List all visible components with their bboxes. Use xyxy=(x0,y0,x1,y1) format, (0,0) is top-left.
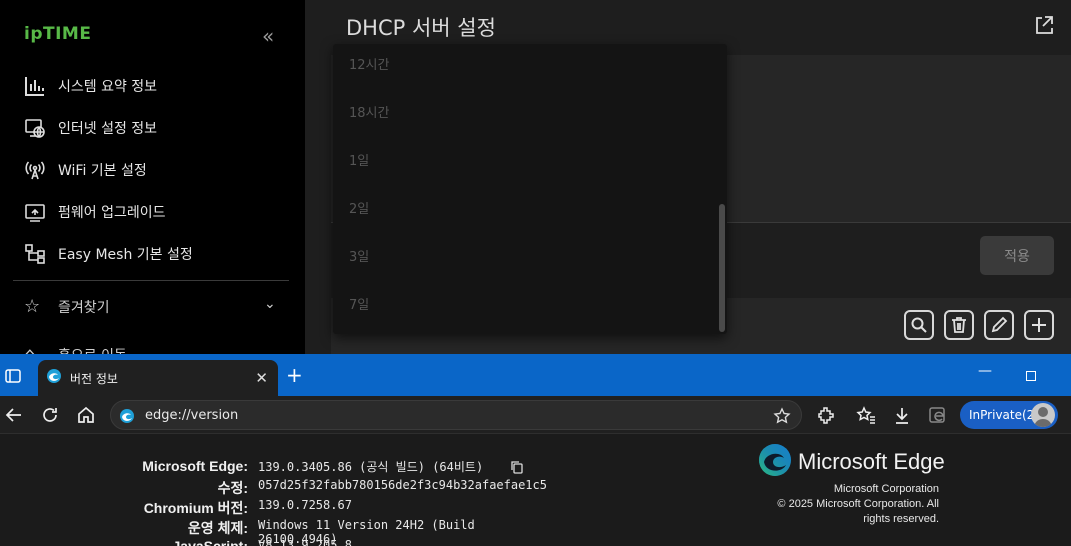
new-tab-button[interactable]: + xyxy=(286,363,303,387)
brand-name: Microsoft Edge xyxy=(798,449,945,474)
version-value: 057d25f32fabb780156de2f3c94b32afaefae1c5 xyxy=(258,478,547,492)
version-label: JavaScript: xyxy=(172,538,248,546)
sidebar-divider xyxy=(13,280,289,281)
sidebar-item-label: 인터넷 설정 정보 xyxy=(58,121,158,137)
collapse-sidebar-icon[interactable]: « xyxy=(262,24,274,48)
globe-monitor-icon xyxy=(24,117,46,139)
sidebar-item-label: Easy Mesh 기본 설정 xyxy=(58,247,193,263)
chevron-down-icon: ⌄ xyxy=(264,296,276,312)
page-title: DHCP 서버 설정 xyxy=(346,16,496,40)
apply-button[interactable]: 적용 xyxy=(980,236,1054,275)
minimize-window-icon[interactable]: — xyxy=(978,363,992,379)
favorites-icon[interactable] xyxy=(856,405,876,425)
sidebar-item-favorites[interactable]: ☆ 즐겨찾기 ⌄ xyxy=(24,296,276,317)
version-value: 139.0.3405.86 (공식 빌드) (64비트) xyxy=(258,460,484,474)
sidebar-item-home[interactable]: ⌂ 홈으로 이동 xyxy=(24,344,127,354)
inprivate-button[interactable]: InPrivate(2) xyxy=(960,401,1058,429)
maximize-window-icon[interactable] xyxy=(1026,371,1036,381)
sidebar-item-label: 시스템 요약 정보 xyxy=(58,79,158,95)
trash-icon xyxy=(952,317,966,333)
edge-tab-favicon-icon xyxy=(46,368,62,388)
version-row: Chromium 버전: 139.0.7258.67 xyxy=(0,498,560,518)
extensions-icon[interactable] xyxy=(816,405,836,425)
version-label: 수정: xyxy=(217,480,248,496)
dropdown-option[interactable]: 1일 xyxy=(349,150,369,169)
edge-brand: Microsoft Edge xyxy=(758,443,945,481)
screen: ipTIME « 시스템 요약 정보 인터넷 설정 정보 WiFi 기본 설정 xyxy=(0,0,1071,546)
dropdown-scrollbar[interactable] xyxy=(719,204,725,332)
delete-button[interactable] xyxy=(944,310,974,340)
version-row: 수정: 057d25f32fabb780156de2f3c94b32afaefa… xyxy=(0,478,560,498)
favorite-star-icon[interactable] xyxy=(773,407,791,425)
home-icon[interactable] xyxy=(76,405,96,425)
browser-tab-active[interactable]: 버전 정보 ✕ xyxy=(38,360,278,396)
sidebar-item-label: WiFi 기본 설정 xyxy=(58,163,147,179)
sidebar-item-firmware-upgrade[interactable]: 펌웨어 업그레이드 xyxy=(24,199,166,225)
avatar xyxy=(1031,403,1055,427)
version-label: 운영 체제: xyxy=(187,520,248,536)
edit-button[interactable] xyxy=(984,310,1014,340)
edit-icon xyxy=(991,316,1008,333)
sidebar-item-label: 펌웨어 업그레이드 xyxy=(58,205,166,221)
dropdown-option[interactable]: 18시간 xyxy=(349,102,389,121)
sidebar-item-system-summary[interactable]: 시스템 요약 정보 xyxy=(24,73,157,99)
inprivate-label: InPrivate(2) xyxy=(969,408,1039,422)
version-row: JavaScript: V8 13.9.205.8 xyxy=(0,538,560,546)
version-value: V8 13.9.205.8 xyxy=(258,538,352,546)
iptime-router-ui: ipTIME « 시스템 요약 정보 인터넷 설정 정보 WiFi 기본 설정 xyxy=(0,0,1071,354)
add-button[interactable] xyxy=(1024,310,1054,340)
ie-mode-icon[interactable] xyxy=(928,405,948,425)
dropdown-option[interactable]: 2일 xyxy=(349,198,369,217)
version-label: Microsoft Edge: xyxy=(142,458,248,474)
firmware-icon xyxy=(24,201,46,223)
star-icon: ☆ xyxy=(24,296,41,317)
search-icon xyxy=(911,317,927,333)
back-icon[interactable] xyxy=(4,405,24,425)
lease-time-dropdown[interactable]: 12시간 18시간 1일 2일 3일 7일 xyxy=(333,44,727,334)
version-row: Microsoft Edge: 139.0.3405.86 (공식 빌드) (6… xyxy=(0,458,560,478)
corp-line: © 2025 Microsoft Corporation. All xyxy=(777,498,939,510)
close-tab-icon[interactable]: ✕ xyxy=(255,369,268,387)
export-icon[interactable] xyxy=(1033,14,1055,36)
add-icon xyxy=(1032,318,1046,332)
version-value: 139.0.7258.67 xyxy=(258,498,352,512)
version-label: Chromium 버전: xyxy=(143,500,248,516)
dropdown-option[interactable]: 3일 xyxy=(349,246,369,265)
sidebar-item-easymesh[interactable]: Easy Mesh 기본 설정 xyxy=(24,241,193,267)
iptime-logo: ipTIME xyxy=(24,24,92,44)
copy-icon[interactable] xyxy=(510,460,524,474)
mesh-icon xyxy=(24,243,46,265)
sidebar-item-label: 홈으로 이동 xyxy=(58,345,127,355)
sidebar-item-internet-settings[interactable]: 인터넷 설정 정보 xyxy=(24,115,157,141)
address-text: edge://version xyxy=(145,408,239,423)
sidebar: ipTIME « 시스템 요약 정보 인터넷 설정 정보 WiFi 기본 설정 xyxy=(0,0,305,354)
edge-logo-icon xyxy=(758,443,792,481)
corp-line: rights reserved. xyxy=(863,513,939,525)
version-row: 운영 체제: Windows 11 Version 24H2 (Build 26… xyxy=(0,518,560,546)
dropdown-option[interactable]: 7일 xyxy=(349,294,369,313)
address-bar[interactable]: edge://version xyxy=(110,400,802,430)
dropdown-option[interactable]: 12시간 xyxy=(349,54,389,73)
version-page: Microsoft Edge: 139.0.3405.86 (공식 빌드) (6… xyxy=(0,435,1071,546)
search-button[interactable] xyxy=(904,310,934,340)
browser-toolbar: edge://version InPrivate(2) xyxy=(0,396,1071,434)
edge-page-icon xyxy=(119,408,135,424)
home-icon: ⌂ xyxy=(24,344,46,354)
corp-line: Microsoft Corporation xyxy=(833,483,939,495)
wifi-antenna-icon xyxy=(24,159,46,181)
sidebar-item-label: 즐겨찾기 xyxy=(58,299,110,316)
downloads-icon[interactable] xyxy=(892,405,912,425)
browser-tab-bar: 버전 정보 ✕ + — xyxy=(0,354,1071,396)
sidebar-item-wifi-settings[interactable]: WiFi 기본 설정 xyxy=(24,157,147,183)
bar-chart-icon xyxy=(24,75,46,97)
tab-actions-icon[interactable] xyxy=(4,367,22,385)
refresh-icon[interactable] xyxy=(40,405,60,425)
tab-title: 버전 정보 xyxy=(70,371,118,386)
